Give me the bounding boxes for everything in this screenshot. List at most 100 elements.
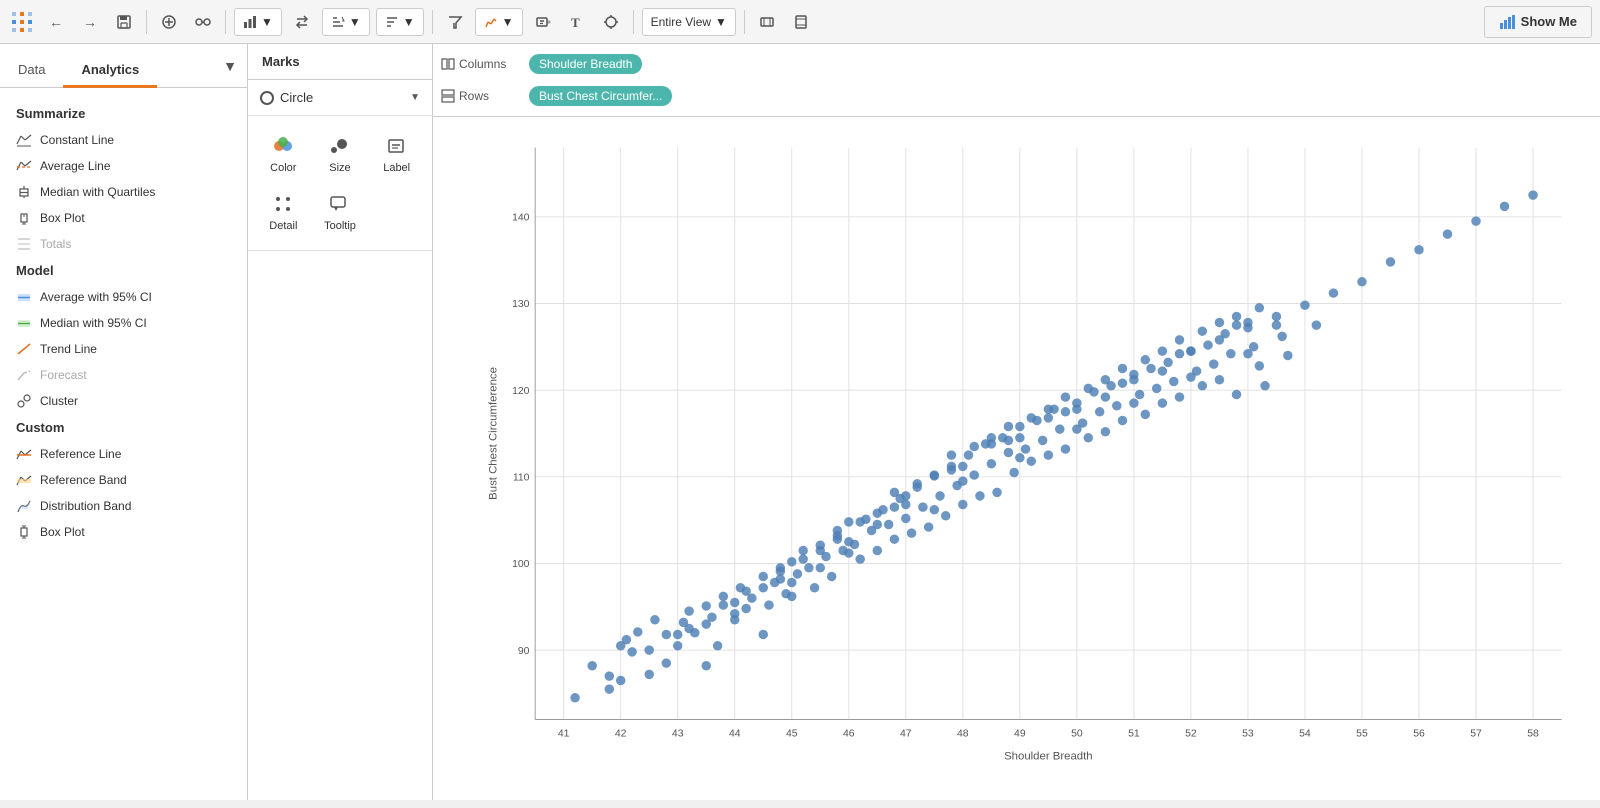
show-me-button[interactable]: Show Me [1484,6,1592,38]
average-line-icon [16,158,32,174]
analytics-forecast: Forecast [0,362,247,388]
filter-btn[interactable] [441,8,469,36]
show-me-label: Show Me [1521,14,1577,29]
panel-menu-arrow[interactable]: ▼ [213,50,247,82]
main-area: Data Analytics ▼ Summarize Constant Line… [0,44,1600,800]
svg-text:120: 120 [512,386,530,397]
marks-color-btn[interactable]: Color [256,126,311,182]
marks-buttons-grid: Color Size [248,116,432,251]
rows-label: Rows [441,89,521,103]
tab-analytics[interactable]: Analytics [63,54,157,88]
viz-panel: Columns Shoulder Breadth Rows Bust Chest… [433,44,1600,800]
view-selector[interactable]: Entire View ▼ [642,8,736,36]
distribution-band-icon [16,498,32,514]
svg-text:55: 55 [1356,729,1368,740]
reference-band-icon [16,472,32,488]
totals-icon [16,236,32,252]
svg-text:90: 90 [518,646,530,657]
rows-shelf: Rows Bust Chest Circumfer... [433,80,1600,112]
tooltip-icon [328,192,352,216]
marks-panel: Marks Circle ▼ Color [248,44,433,800]
model-header: Model [0,257,247,284]
sort-asc[interactable]: ▼ [322,8,370,36]
marks-circle-icon [260,91,274,105]
connect-data[interactable] [189,8,217,36]
forward-button[interactable]: → [76,8,104,36]
analytics-box-plot-summarize[interactable]: Box Plot [0,205,247,231]
analytics-avg-95ci[interactable]: Average with 95% CI [0,284,247,310]
fit-width[interactable] [753,8,781,36]
svg-text:58: 58 [1527,729,1539,740]
label-icon [385,134,409,158]
analytics-distribution-band[interactable]: Distribution Band [0,493,247,519]
shelf-area: Columns Shoulder Breadth Rows Bust Chest… [433,44,1600,117]
analytics-panel: Summarize Constant Line Average Line Med… [0,88,247,800]
chart-area: 9010011012013014041424344454647484950515… [433,117,1600,808]
svg-text:42: 42 [615,729,627,740]
analytics-constant-line[interactable]: Constant Line [0,127,247,153]
analytics-reference-band[interactable]: Reference Band [0,467,247,493]
analytics-cluster[interactable]: Cluster [0,388,247,414]
back-button[interactable]: ← [42,8,70,36]
scatter-chart: 9010011012013014041424344454647484950515… [483,127,1590,778]
svg-text:44: 44 [729,729,741,740]
marks-detail-btn[interactable]: Detail [256,184,311,240]
new-datasource[interactable] [155,8,183,36]
svg-text:57: 57 [1470,729,1482,740]
analytics-median-quartiles[interactable]: Median with Quartiles [0,179,247,205]
marks-size-btn[interactable]: Size [313,126,368,182]
sort-desc[interactable]: ▼ [376,8,424,36]
fix-btn[interactable] [597,8,625,36]
svg-text:100: 100 [512,559,530,570]
tab-data[interactable]: Data [0,54,63,88]
svg-text:Shoulder Breadth: Shoulder Breadth [1004,750,1093,762]
detail-icon [271,192,295,216]
save-button[interactable] [110,8,138,36]
avg-95ci-icon [16,289,32,305]
summarize-header: Summarize [0,100,247,127]
svg-text:T: T [571,15,580,30]
chart-type-btn[interactable]: ▼ [234,8,282,36]
svg-text:41: 41 [558,729,570,740]
forecast-icon [16,367,32,383]
marks-dropdown-arrow[interactable]: ▼ [410,92,420,103]
text-btn[interactable]: T [563,8,591,36]
marks-header: Marks [248,44,432,80]
svg-text:Bust Chest Circumference: Bust Chest Circumference [487,367,499,500]
swap-rows-cols[interactable] [288,8,316,36]
analytics-reference-line[interactable]: Reference Line [0,441,247,467]
svg-text:130: 130 [512,299,530,310]
svg-text:51: 51 [1128,729,1140,740]
marks-type-label: Circle [280,90,404,105]
analytics-box-plot-custom[interactable]: Box Plot [0,519,247,545]
rows-pill[interactable]: Bust Chest Circumfer... [529,86,672,106]
tab-bar: Data Analytics ▼ [0,44,247,88]
analytics-average-line[interactable]: Average Line [0,153,247,179]
columns-pill[interactable]: Shoulder Breadth [529,54,642,74]
custom-header: Custom [0,414,247,441]
svg-text:52: 52 [1185,729,1197,740]
svg-text:110: 110 [513,473,530,484]
svg-text:49: 49 [1014,729,1026,740]
app-logo [8,8,36,36]
analytics-trend-line[interactable]: Trend Line [0,336,247,362]
svg-text:47: 47 [900,729,912,740]
color-circles-icon [271,134,295,158]
toolbar: ← → ▼ ▼ ▼ ▼ T Entire View ▼ [0,0,1600,44]
median-95ci-icon [16,315,32,331]
reference-line-icon [16,446,32,462]
marks-tooltip-btn[interactable]: Tooltip [313,184,368,240]
svg-text:140: 140 [512,213,530,224]
mark-type-btn[interactable]: ▼ [475,8,523,36]
marks-label-btn[interactable]: Label [369,126,424,182]
device-preview[interactable] [787,8,815,36]
labels-btn[interactable] [529,8,557,36]
svg-text:48: 48 [957,729,969,740]
analytics-median-95ci[interactable]: Median with 95% CI [0,310,247,336]
size-circles-icon [328,134,352,158]
constant-line-icon [16,132,32,148]
marks-type-selector[interactable]: Circle ▼ [248,80,432,116]
left-panel: Data Analytics ▼ Summarize Constant Line… [0,44,248,800]
svg-text:43: 43 [672,729,684,740]
svg-text:54: 54 [1299,729,1311,740]
